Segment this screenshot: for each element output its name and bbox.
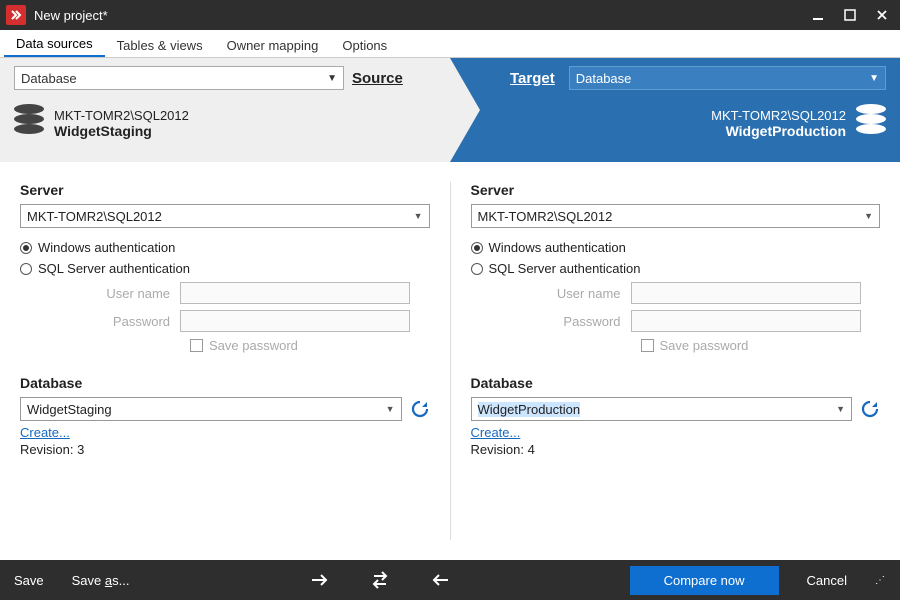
radio-icon (471, 263, 483, 275)
target-create-link[interactable]: Create... (471, 425, 521, 440)
tab-tables-views[interactable]: Tables & views (105, 33, 215, 57)
caret-down-icon: ▼ (386, 404, 395, 414)
cancel-button[interactable]: Cancel (807, 573, 847, 588)
target-database-dropdown[interactable]: WidgetProduction ▼ (471, 397, 853, 421)
password-label: Password (20, 314, 180, 329)
source-form: Server MKT-TOMR2\SQL2012 ▼ Windows authe… (0, 182, 450, 540)
target-auth-windows-radio[interactable]: Windows authentication (471, 240, 881, 255)
source-database-value: WidgetStaging (27, 402, 112, 417)
database-icon (856, 104, 886, 142)
arrow-divider (450, 58, 480, 162)
source-server-value: MKT-TOMR2\SQL2012 (27, 209, 162, 224)
target-server-value: MKT-TOMR2\SQL2012 (478, 209, 613, 224)
target-revision: Revision: 4 (471, 442, 881, 457)
target-type-dropdown[interactable]: Database ▼ (569, 66, 886, 90)
source-refresh-button[interactable] (410, 399, 430, 419)
target-heading: Target (510, 70, 555, 87)
target-type-value: Database (576, 71, 632, 86)
save-button[interactable]: Save (14, 573, 44, 588)
database-icon (14, 104, 44, 142)
radio-label: Windows authentication (38, 240, 175, 255)
caret-down-icon: ▼ (836, 404, 845, 414)
target-username-input (631, 282, 861, 304)
swap-button[interactable] (364, 571, 396, 589)
source-auth-windows-radio[interactable]: Windows authentication (20, 240, 430, 255)
server-section-label: Server (20, 182, 430, 198)
target-server-name: MKT-TOMR2\SQL2012 (464, 108, 846, 123)
caret-down-icon: ▼ (869, 73, 879, 84)
radio-label: SQL Server authentication (38, 261, 190, 276)
compare-now-button[interactable]: Compare now (630, 566, 779, 595)
target-save-password-checkbox (641, 339, 654, 352)
database-section-label: Database (20, 375, 430, 391)
tab-options[interactable]: Options (330, 33, 399, 57)
tabstrip: Data sources Tables & views Owner mappin… (0, 30, 900, 58)
form-area: Server MKT-TOMR2\SQL2012 ▼ Windows authe… (0, 162, 900, 540)
tab-data-sources[interactable]: Data sources (4, 31, 105, 57)
resize-grip[interactable]: ⋰ (875, 575, 886, 586)
source-heading: Source (352, 70, 403, 87)
minimize-button[interactable] (804, 4, 832, 26)
target-form: Server MKT-TOMR2\SQL2012 ▼ Windows authe… (451, 182, 900, 540)
caret-down-icon: ▼ (327, 73, 337, 84)
source-auth-sql-radio[interactable]: SQL Server authentication (20, 261, 430, 276)
source-target-header: Database ▼ Source MKT-TOMR2\SQL2012 Widg… (0, 58, 900, 162)
close-button[interactable] (868, 4, 896, 26)
radio-icon (20, 242, 32, 254)
source-username-input (180, 282, 410, 304)
window-title: New project* (34, 8, 804, 23)
source-database-dropdown[interactable]: WidgetStaging ▼ (20, 397, 402, 421)
target-database-value: WidgetProduction (478, 402, 581, 417)
source-database-name: WidgetStaging (54, 123, 436, 139)
target-database-name: WidgetProduction (464, 123, 846, 139)
tab-owner-mapping[interactable]: Owner mapping (215, 33, 331, 57)
radio-label: SQL Server authentication (489, 261, 641, 276)
target-password-input (631, 310, 861, 332)
copy-right-button[interactable] (304, 573, 336, 587)
caret-down-icon: ▼ (864, 211, 873, 221)
source-server-dropdown[interactable]: MKT-TOMR2\SQL2012 ▼ (20, 204, 430, 228)
copy-left-button[interactable] (424, 573, 456, 587)
source-type-value: Database (21, 71, 77, 86)
save-password-label: Save password (660, 338, 749, 353)
username-label: User name (471, 286, 631, 301)
app-icon (6, 5, 26, 25)
save-password-label: Save password (209, 338, 298, 353)
source-panel: Database ▼ Source MKT-TOMR2\SQL2012 Widg… (0, 58, 450, 162)
server-section-label: Server (471, 182, 881, 198)
target-server-dropdown[interactable]: MKT-TOMR2\SQL2012 ▼ (471, 204, 881, 228)
database-section-label: Database (471, 375, 881, 391)
target-refresh-button[interactable] (860, 399, 880, 419)
source-create-link[interactable]: Create... (20, 425, 70, 440)
source-revision: Revision: 3 (20, 442, 430, 457)
username-label: User name (20, 286, 180, 301)
save-as-button[interactable]: Save as... (72, 573, 130, 588)
password-label: Password (471, 314, 631, 329)
source-type-dropdown[interactable]: Database ▼ (14, 66, 344, 90)
bottombar: Save Save as... Compare now Cancel ⋰ (0, 560, 900, 600)
radio-icon (471, 242, 483, 254)
source-save-password-checkbox (190, 339, 203, 352)
caret-down-icon: ▼ (414, 211, 423, 221)
target-auth-sql-radio[interactable]: SQL Server authentication (471, 261, 881, 276)
target-panel: Target Database ▼ MKT-TOMR2\SQL2012 Widg… (450, 58, 900, 162)
radio-icon (20, 263, 32, 275)
source-server-name: MKT-TOMR2\SQL2012 (54, 108, 436, 123)
titlebar: New project* (0, 0, 900, 30)
source-password-input (180, 310, 410, 332)
radio-label: Windows authentication (489, 240, 626, 255)
maximize-button[interactable] (836, 4, 864, 26)
